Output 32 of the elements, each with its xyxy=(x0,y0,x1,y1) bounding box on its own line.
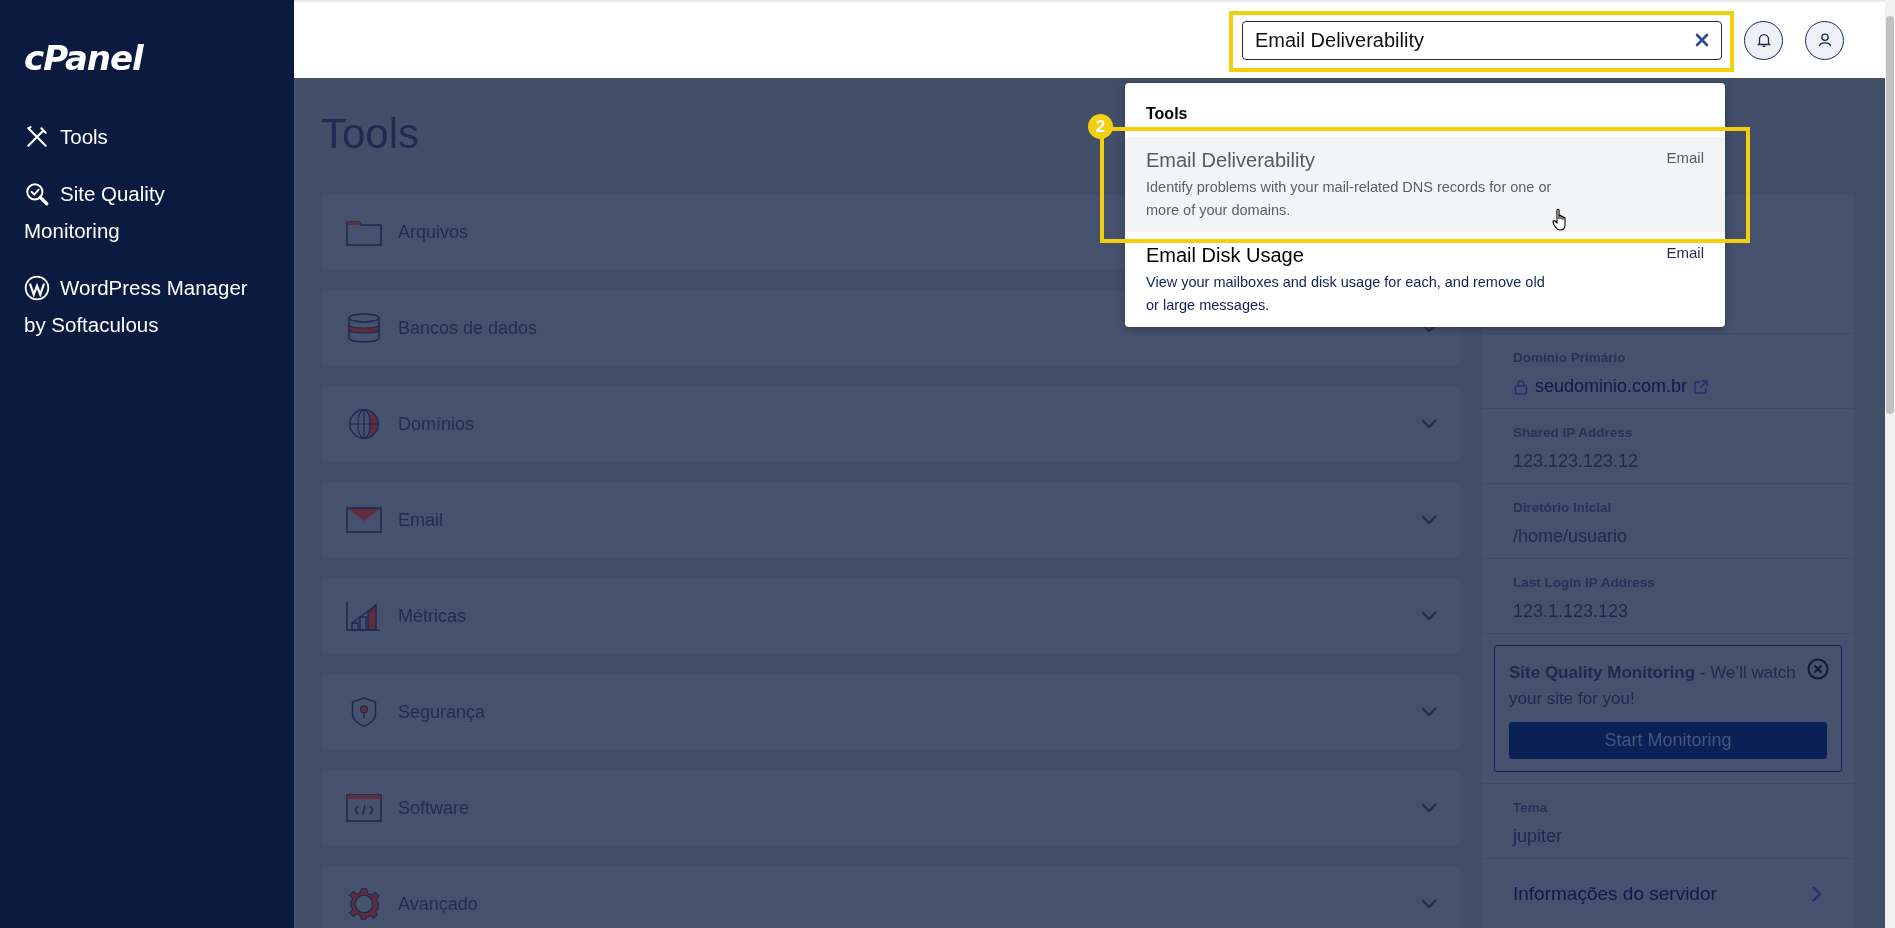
start-monitoring-button[interactable]: Start Monitoring xyxy=(1509,722,1827,759)
result-title: Email Disk Usage xyxy=(1146,244,1305,267)
globe-icon xyxy=(346,408,382,440)
scrollbar[interactable] xyxy=(1885,0,1895,928)
results-heading: Tools xyxy=(1146,105,1188,123)
magnifier-check-icon xyxy=(24,181,50,207)
result-category: Email xyxy=(1666,149,1704,166)
search-result[interactable]: Email Deliverability Identify problems with your mail-related DNS records for one or more of your domains. Email xyxy=(1125,137,1725,232)
close-icon[interactable] xyxy=(1807,658,1829,680)
result-category: Email xyxy=(1666,244,1704,261)
domain-link[interactable]: seudominio.com.br xyxy=(1535,376,1688,397)
user-button[interactable] xyxy=(1805,20,1844,60)
code-window-icon xyxy=(346,792,382,824)
database-icon xyxy=(346,312,382,344)
chevron-right-icon[interactable] xyxy=(1811,885,1823,903)
clear-icon[interactable] xyxy=(1694,32,1710,48)
sidebar-item[interactable]: Tools xyxy=(24,118,260,155)
notifications-button[interactable] xyxy=(1744,20,1783,60)
lock-icon xyxy=(1513,378,1529,395)
search-field[interactable]: Email Deliverability xyxy=(1242,20,1722,60)
cpanel-logo[interactable]: cPanel xyxy=(24,38,143,78)
external-link-icon[interactable] xyxy=(1693,378,1710,395)
gear-icon xyxy=(346,888,382,920)
envelope-icon xyxy=(346,504,382,536)
tools-icon xyxy=(24,124,50,150)
server-info-link[interactable]: Informações do servidor xyxy=(1513,883,1717,905)
result-title: Email Deliverability xyxy=(1146,149,1316,172)
sidebar-item[interactable]: WordPress Manager by Softaculous xyxy=(24,269,260,343)
circle-logo-icon xyxy=(24,275,50,301)
sidebar-item[interactable]: Site Quality Monitoring xyxy=(24,175,260,249)
bar-chart-icon xyxy=(346,600,382,632)
scrollbar-thumb[interactable] xyxy=(1886,16,1894,414)
